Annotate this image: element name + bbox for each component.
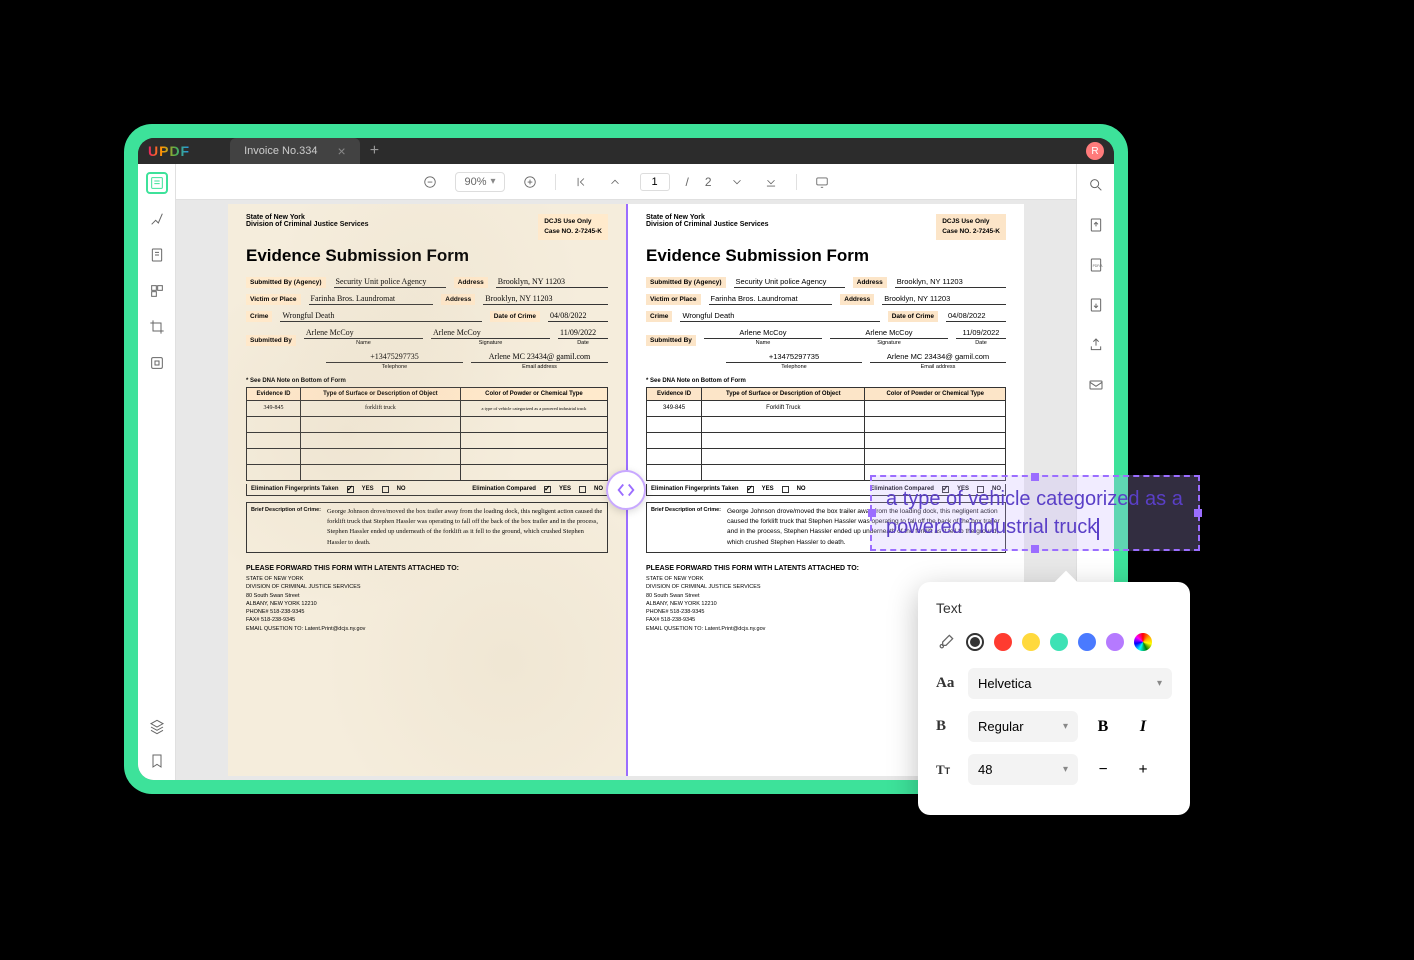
total-pages: 2 [705,175,712,189]
prev-page-button[interactable] [606,173,624,191]
first-page-button[interactable] [572,173,590,191]
form-title: Evidence Submission Form [646,246,1006,266]
export-icon[interactable] [1085,214,1107,236]
ocr-tool-icon[interactable] [146,352,168,374]
editing-text[interactable]: a type of vehicle categorized as a power… [886,488,1183,538]
dcjs-box: DCJS Use Only Case NO. 2-7245-K [936,214,1006,240]
new-tab-button[interactable]: + [370,142,379,160]
page-separator: / [686,175,689,189]
evidence-table: Evidence IDType of Surface or Descriptio… [646,387,1006,481]
organize-tool-icon[interactable] [146,280,168,302]
left-toolbar [138,164,176,780]
zoom-out-button[interactable] [421,173,439,191]
next-page-button[interactable] [728,173,746,191]
app-logo: UPDF [148,143,190,159]
panel-title: Text [936,600,1172,616]
user-avatar[interactable]: R [1086,142,1104,160]
highlight-tool-icon[interactable] [146,208,168,230]
resize-handle-left[interactable] [868,509,876,517]
text-cursor [1097,518,1099,540]
color-blue[interactable] [1078,633,1096,651]
font-weight-icon: B [936,718,958,735]
layers-icon[interactable] [146,716,168,738]
bold-button[interactable]: B [1088,712,1118,742]
color-rainbow[interactable] [1134,633,1152,651]
color-teal[interactable] [1050,633,1068,651]
edit-tool-icon[interactable] [146,244,168,266]
font-size-select[interactable]: 48▾ [968,754,1078,785]
present-button[interactable] [813,173,831,191]
form-title: Evidence Submission Form [246,246,608,266]
top-toolbar: 90%▾ / 2 [176,164,1076,200]
search-icon[interactable] [1085,174,1107,196]
color-yellow[interactable] [1022,633,1040,651]
color-black[interactable] [966,633,984,651]
resize-handle-right[interactable] [1194,509,1202,517]
decrease-size-button[interactable]: − [1088,755,1118,785]
page-input[interactable] [640,173,670,191]
evidence-table: Evidence IDType of Surface or Descriptio… [246,387,608,481]
text-edit-selection[interactable]: a type of vehicle categorized as a power… [870,475,1200,551]
document-tab[interactable]: Invoice No.334 × [230,138,360,164]
eyedropper-icon[interactable] [936,632,956,652]
tab-title: Invoice No.334 [244,145,317,157]
share-icon[interactable] [1085,334,1107,356]
zoom-select[interactable]: 90%▾ [455,172,504,192]
dcjs-box: DCJS Use Only Case NO. 2-7245-K [538,214,608,240]
increase-size-button[interactable]: + [1128,755,1158,785]
page-left: State of New York Division of Criminal J… [228,204,626,776]
mail-icon[interactable] [1085,374,1107,396]
zoom-in-button[interactable] [521,173,539,191]
color-purple[interactable] [1106,633,1124,651]
color-picker-row [936,632,1172,652]
resize-handle-bottom[interactable] [1031,545,1039,553]
color-red[interactable] [994,633,1012,651]
compare-slider-handle[interactable] [606,470,646,510]
bookmark-icon[interactable] [146,750,168,772]
svg-text:PDF/A: PDF/A [1092,264,1103,268]
crop-tool-icon[interactable] [146,316,168,338]
italic-button[interactable]: I [1128,712,1158,742]
resize-handle-top[interactable] [1031,473,1039,481]
font-weight-select[interactable]: Regular▾ [968,711,1078,742]
font-family-select[interactable]: Helvetica▾ [968,668,1172,699]
reader-tool-icon[interactable] [146,172,168,194]
save-icon[interactable] [1085,294,1107,316]
last-page-button[interactable] [762,173,780,191]
pdfa-icon[interactable]: PDF/A [1085,254,1107,276]
close-icon[interactable]: × [338,143,346,159]
font-size-icon: TT [936,762,958,778]
text-format-panel: Text Aa Helvetica▾ B Regular▾ B I TT 48▾… [918,582,1190,815]
font-family-icon: Aa [936,675,958,692]
titlebar: UPDF Invoice No.334 × + R [138,138,1114,164]
